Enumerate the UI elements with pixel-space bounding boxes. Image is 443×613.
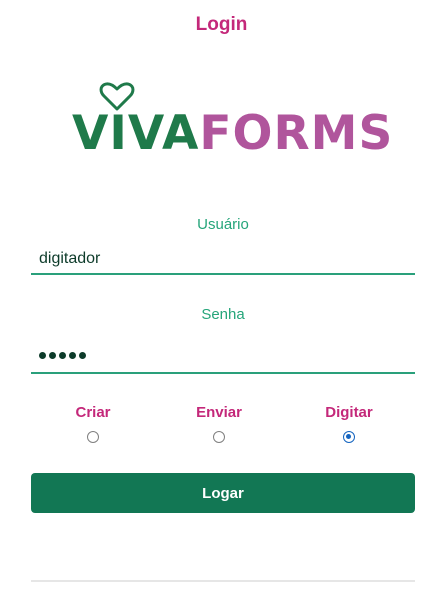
password-dot [39, 351, 46, 359]
password-field[interactable] [31, 344, 415, 374]
radio-button-enviar[interactable] [213, 431, 225, 443]
password-dot [49, 351, 56, 359]
username-field[interactable] [31, 245, 415, 275]
login-button[interactable]: Logar [31, 473, 415, 513]
password-dot [79, 351, 86, 359]
divider [31, 580, 415, 582]
page-title: Login [195, 14, 248, 35]
logo-text-forms: FORMS [199, 106, 394, 161]
radio-button-criar[interactable] [87, 431, 99, 443]
vivaforms-logo: VIVAFORMS [72, 82, 392, 162]
password-dot [59, 351, 66, 359]
radio-label-criar: Criar [75, 404, 111, 421]
radio-option-criar[interactable]: Criar [48, 404, 138, 443]
radio-label-digitar: Digitar [325, 404, 373, 421]
password-label: Senha [201, 306, 245, 323]
radio-button-digitar[interactable] [343, 431, 355, 443]
username-label: Usuário [197, 216, 249, 233]
password-mask [39, 344, 86, 366]
logo-wordmark: VIVAFORMS [72, 108, 393, 160]
radio-option-digitar[interactable]: Digitar [304, 404, 394, 443]
radio-label-enviar: Enviar [196, 404, 242, 421]
password-dot [69, 351, 76, 359]
logo-text-viva: VIVA [72, 106, 200, 161]
radio-option-enviar[interactable]: Enviar [174, 404, 264, 443]
mode-radio-group: Criar Enviar Digitar [31, 404, 415, 454]
